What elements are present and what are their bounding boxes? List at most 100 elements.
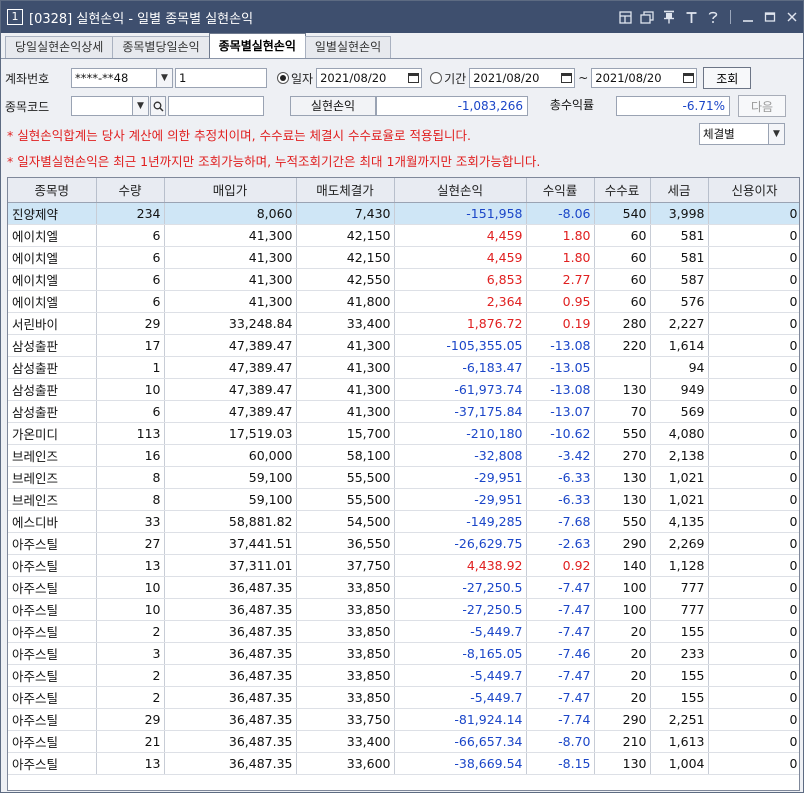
help-icon[interactable] bbox=[704, 8, 722, 26]
account-number-field[interactable]: ****-**48 bbox=[71, 68, 157, 88]
table-cell: 41,300 bbox=[164, 246, 297, 269]
col-return-rate[interactable]: 수익률 bbox=[526, 178, 595, 203]
table-cell: 130 bbox=[594, 488, 651, 511]
table-cell: 47,389.47 bbox=[164, 334, 297, 357]
table-row[interactable]: 삼성출판 17 47,389.47 41,300 -105,355.05 -13.08 22… bbox=[8, 334, 799, 357]
table-cell: 33,600 bbox=[296, 752, 395, 775]
table-cell: 100 bbox=[594, 576, 651, 599]
col-realized-pl[interactable]: 실현손익 bbox=[394, 178, 527, 203]
table-row[interactable]: 에이치엘 6 41,300 42,150 4,459 1.80 60 581 0 bbox=[8, 246, 799, 269]
table-cell: -10.62 bbox=[526, 422, 595, 445]
col-tax[interactable]: 세금 bbox=[650, 178, 709, 203]
table-row[interactable]: 아주스틸 13 36,487.35 33,600 -38,669.54 -8.15 130 1… bbox=[8, 752, 799, 775]
filter-select[interactable]: 체결별 ▼ bbox=[699, 123, 785, 145]
calendar-icon[interactable] bbox=[558, 69, 574, 87]
maximize-icon[interactable] bbox=[761, 8, 779, 26]
table-cell: -7.47 bbox=[526, 598, 595, 621]
pin-icon[interactable] bbox=[660, 8, 678, 26]
table-row[interactable]: 아주스틸 27 37,441.51 36,550 -26,629.75 -2.63 290 2… bbox=[8, 532, 799, 555]
radio-period[interactable] bbox=[430, 72, 443, 84]
tab-stock-today[interactable]: 종목별당일손익 bbox=[112, 36, 210, 58]
table-cell: 13 bbox=[96, 554, 165, 577]
table-row[interactable]: 에스디바 33 58,881.82 54,500 -149,285 -7.68 550 4,1… bbox=[8, 510, 799, 533]
calendar-icon[interactable] bbox=[405, 69, 421, 87]
tab-today-detail[interactable]: 당일실현손익상세 bbox=[5, 36, 114, 58]
table-cell: -13.08 bbox=[526, 378, 595, 401]
tab-stock-realized[interactable]: 종목별실현손익 bbox=[208, 33, 306, 58]
window-title: [0328] 실현손익 - 일별 종목별 실현손익 bbox=[29, 11, 254, 27]
minimize-icon[interactable] bbox=[739, 8, 757, 26]
table-row[interactable]: 삼성출판 6 47,389.47 41,300 -37,175.84 -13.07 70 56… bbox=[8, 400, 799, 423]
table-row[interactable]: 브레인즈 16 60,000 58,100 -32,808 -3.42 270 2,138 0 bbox=[8, 444, 799, 467]
table-cell: 33,248.84 bbox=[164, 312, 297, 335]
title-bar[interactable]: 1 [0328] 실현손익 - 일별 종목별 실현손익 bbox=[1, 1, 803, 33]
table-row[interactable]: 삼성출판 10 47,389.47 41,300 -61,973.74 -13.08 130… bbox=[8, 378, 799, 401]
col-commission[interactable]: 수수료 bbox=[594, 178, 651, 203]
table-row[interactable]: 에이치엘 6 41,300 42,550 6,853 2.77 60 587 0 bbox=[8, 268, 799, 291]
table-row[interactable]: 가온미디 113 17,519.03 15,700 -210,180 -10.62 550 4… bbox=[8, 422, 799, 445]
search-button[interactable] bbox=[150, 96, 166, 116]
stock-name-field[interactable] bbox=[168, 96, 264, 116]
col-quantity[interactable]: 수량 bbox=[96, 178, 165, 203]
table-row[interactable]: 아주스틸 10 36,487.35 33,850 -27,250.5 -7.47 100 77… bbox=[8, 598, 799, 621]
table-cell: 10 bbox=[96, 378, 165, 401]
table-cell: 41,300 bbox=[164, 290, 297, 313]
close-icon[interactable] bbox=[783, 8, 801, 26]
account-sub-field[interactable]: 1 bbox=[175, 68, 267, 88]
table-row[interactable]: 아주스틸 2 36,487.35 33,850 -5,449.7 -7.47 20 155 0 bbox=[8, 620, 799, 643]
table-cell: 55,500 bbox=[296, 488, 395, 511]
table-cell: 2,364 bbox=[394, 290, 527, 313]
code-dropdown[interactable]: ▼ bbox=[133, 96, 149, 116]
table-cell: 33,850 bbox=[296, 664, 395, 687]
account-dropdown[interactable]: ▼ bbox=[157, 68, 173, 88]
results-grid: 종목명 수량 매입가 매도체결가 실현손익 수익률 수수료 세금 신용이자 진양… bbox=[7, 177, 800, 791]
col-stock-name[interactable]: 종목명 bbox=[8, 178, 97, 203]
radio-day-label[interactable]: 일자 bbox=[291, 70, 313, 87]
stock-code-input[interactable] bbox=[71, 96, 133, 116]
date-from-field[interactable]: 2021/08/20 bbox=[469, 68, 576, 88]
col-credit-interest[interactable]: 신용이자 bbox=[708, 178, 799, 203]
table-row[interactable]: 서린바이 29 33,248.84 33,400 1,876.72 0.19 280 2,22… bbox=[8, 312, 799, 335]
calendar-icon[interactable] bbox=[680, 69, 696, 87]
table-row[interactable]: 아주스틸 13 37,311.01 37,750 4,438.92 0.92 140 1,12… bbox=[8, 554, 799, 577]
table-row[interactable]: 아주스틸 2 36,487.35 33,850 -5,449.7 -7.47 20 155 0 bbox=[8, 664, 799, 687]
table-row[interactable]: 에이치엘 6 41,300 42,150 4,459 1.80 60 581 0 bbox=[8, 224, 799, 247]
table-cell: 아주스틸 bbox=[8, 686, 97, 709]
rate-value: -6.71% bbox=[616, 96, 730, 116]
radio-period-label[interactable]: 기간 bbox=[444, 70, 466, 87]
table-cell: 4,459 bbox=[394, 224, 527, 247]
copy-window-icon[interactable] bbox=[638, 8, 656, 26]
table-row[interactable]: 삼성출판 1 47,389.47 41,300 -6,183.47 -13.05 94 0 bbox=[8, 356, 799, 379]
table-cell: 60 bbox=[594, 290, 651, 313]
table-cell: 33,850 bbox=[296, 642, 395, 665]
table-row[interactable]: 브레인즈 8 59,100 55,500 -29,951 -6.33 130 1,021 0 bbox=[8, 466, 799, 489]
table-row[interactable]: 아주스틸 2 36,487.35 33,850 -5,449.7 -7.47 20 155 0 bbox=[8, 686, 799, 709]
table-cell: 17 bbox=[96, 334, 165, 357]
table-cell: 0 bbox=[708, 356, 799, 379]
table-cell: 아주스틸 bbox=[8, 664, 97, 687]
table-row[interactable]: 브레인즈 8 59,100 55,500 -29,951 -6.33 130 1,021 0 bbox=[8, 488, 799, 511]
query-button[interactable]: 조회 bbox=[703, 67, 752, 89]
filter-dropdown[interactable]: ▼ bbox=[769, 123, 785, 145]
font-size-icon[interactable] bbox=[682, 8, 700, 26]
table-cell: 10 bbox=[96, 598, 165, 621]
col-sell-price[interactable]: 매도체결가 bbox=[296, 178, 395, 203]
radio-day[interactable] bbox=[277, 72, 289, 84]
table-row[interactable]: 에이치엘 6 41,300 41,800 2,364 0.95 60 576 0 bbox=[8, 290, 799, 313]
date-day-field[interactable]: 2021/08/20 bbox=[316, 68, 423, 88]
table-cell: -6,183.47 bbox=[394, 356, 527, 379]
table-cell: 33,850 bbox=[296, 576, 395, 599]
date-to-field[interactable]: 2021/08/20 bbox=[591, 68, 698, 88]
table-row[interactable]: 아주스틸 3 36,487.35 33,850 -8,165.05 -7.46 20 233 0 bbox=[8, 642, 799, 665]
tab-daily-realized[interactable]: 일별실현손익 bbox=[304, 36, 392, 58]
layout-icon[interactable] bbox=[616, 8, 634, 26]
table-row[interactable]: 아주스틸 29 36,487.35 33,750 -81,924.14 -7.74 290 2… bbox=[8, 708, 799, 731]
table-cell: -8,165.05 bbox=[394, 642, 527, 665]
next-button[interactable]: 다음 bbox=[738, 95, 786, 117]
table-row[interactable]: 아주스틸 10 36,487.35 33,850 -27,250.5 -7.47 100 77… bbox=[8, 576, 799, 599]
col-buy-price[interactable]: 매입가 bbox=[164, 178, 297, 203]
table-row[interactable]: 아주스틸 21 36,487.35 33,400 -66,657.34 -8.70 210 1… bbox=[8, 730, 799, 753]
table-cell: 130 bbox=[594, 752, 651, 775]
table-row[interactable]: 진양제약 234 8,060 7,430 -151,958 -8.06 540 3,998 0 bbox=[8, 202, 799, 225]
table-cell: 8,060 bbox=[164, 202, 297, 225]
